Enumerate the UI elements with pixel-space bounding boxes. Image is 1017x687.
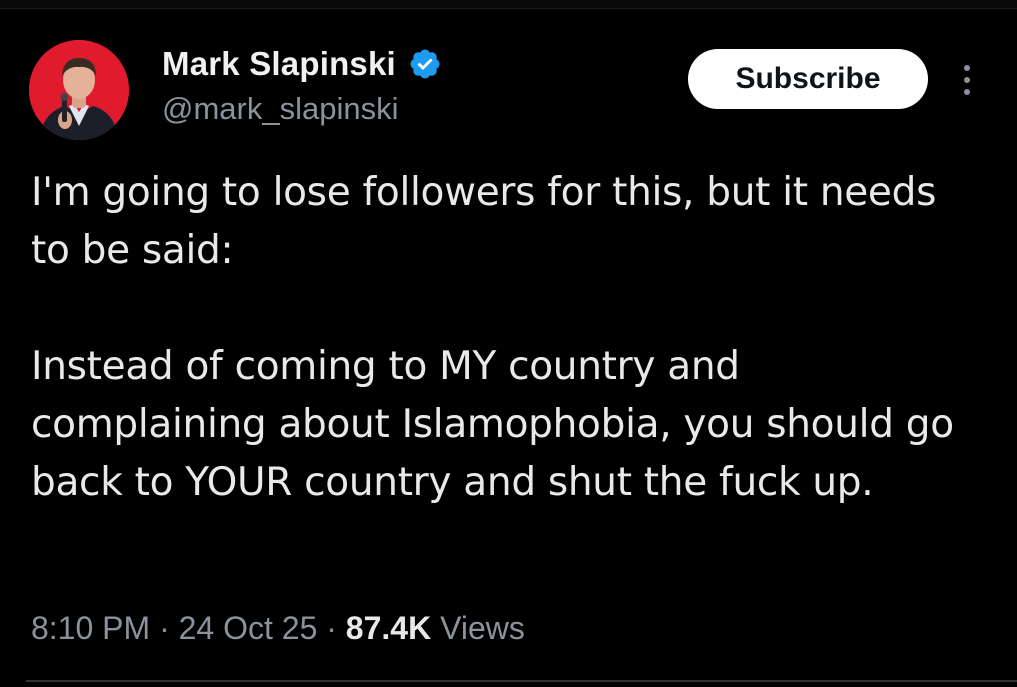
avatar[interactable]: [29, 40, 129, 140]
tweet-paragraph-1: I'm going to lose followers for this, bu…: [31, 170, 937, 273]
profile-photo-avatar: [29, 40, 129, 140]
views-label: Views: [440, 610, 525, 646]
verified-badge-icon[interactable]: [408, 47, 442, 81]
tweet-paragraph-2: Instead of coming to MY country and comp…: [31, 344, 954, 505]
display-name[interactable]: Mark Slapinski: [162, 44, 396, 84]
tweet-time[interactable]: 8:10 PM: [31, 610, 150, 646]
tweet-text: I'm going to lose followers for this, bu…: [31, 164, 971, 512]
meta-separator: ·: [326, 610, 337, 646]
views-count: 87.4K: [345, 610, 432, 646]
tweet-meta: 8:10 PM · 24 Oct 25 · 87.4K Views: [31, 606, 525, 650]
user-handle[interactable]: @mark_slapinski: [162, 90, 442, 128]
more-vertical-icon[interactable]: [956, 60, 978, 100]
bottom-divider: [26, 680, 1017, 682]
subscribe-button[interactable]: Subscribe: [688, 49, 928, 109]
tweet-date[interactable]: 24 Oct 25: [179, 610, 318, 646]
meta-separator: ·: [159, 610, 170, 646]
tweet-card: Mark Slapinski @mark_slapinski Subscribe…: [0, 0, 1017, 687]
name-row: Mark Slapinski: [162, 44, 442, 84]
author-block: Mark Slapinski @mark_slapinski: [162, 44, 442, 128]
